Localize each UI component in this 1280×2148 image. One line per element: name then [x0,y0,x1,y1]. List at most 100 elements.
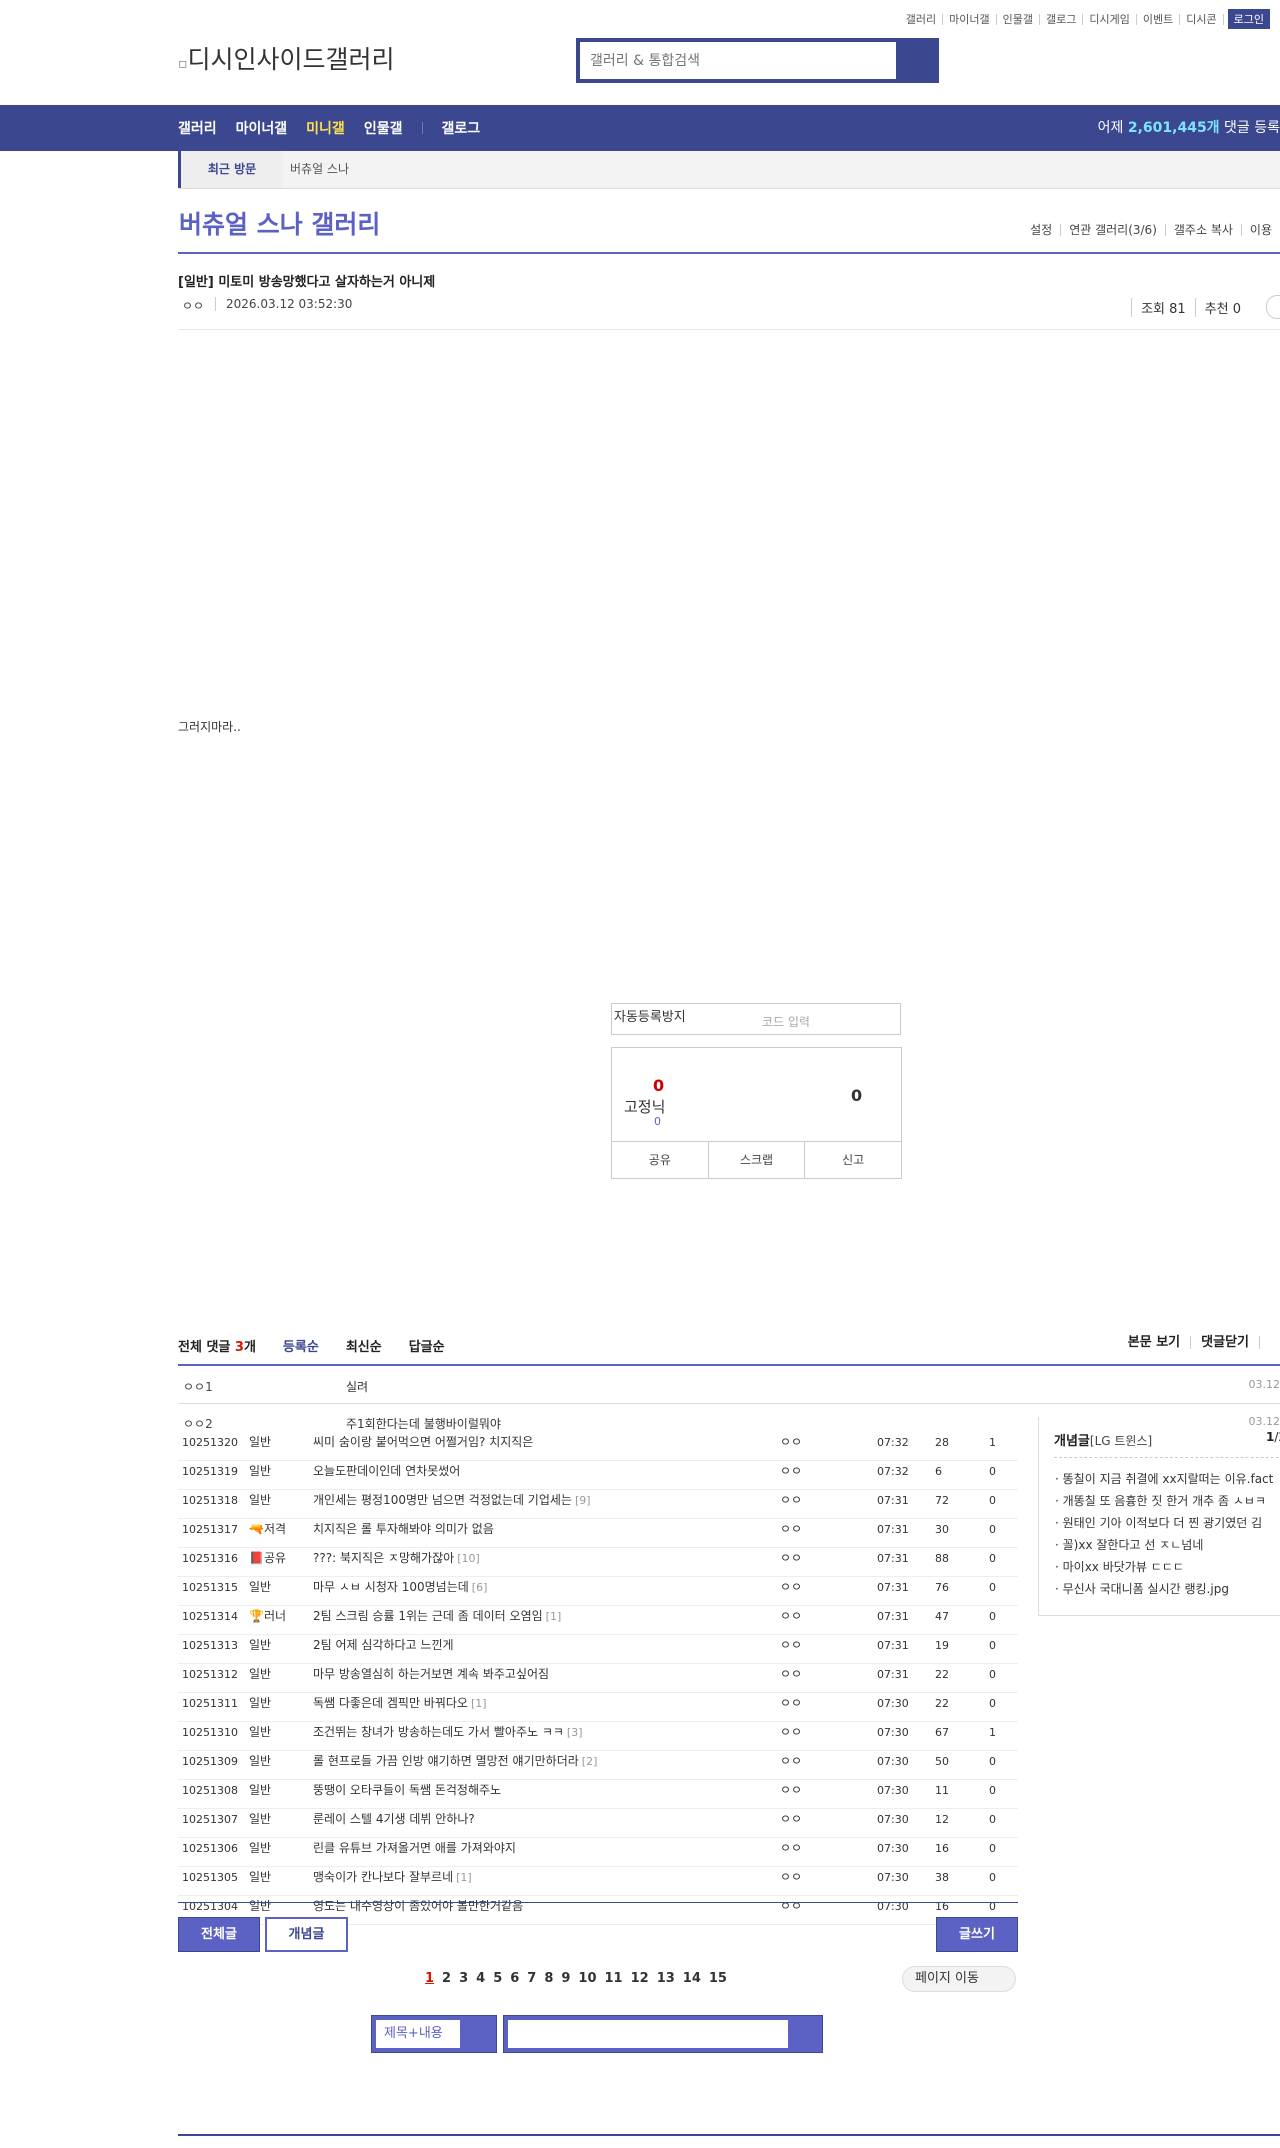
post-row[interactable]: 10251312 일반 마무 방송열심히 하는거보면 계속 봐주고싶어짐 ㅇㅇ 07:3… [178,1664,1018,1693]
page-link[interactable]: 15 [709,1971,727,1986]
concept-item[interactable]: · 꼴)xx 잘한다고 선 ㅈㄴ넘네 [1055,1536,1273,1558]
post-row[interactable]: 10251306 일반 린클 유튜브 가져올거면 애를 가져와야지 ㅇㅇ 07:30 16… [178,1838,1018,1867]
post-title-link[interactable]: 오늘도판데이인데 연차못썼어 [313,1461,460,1482]
post-title-link[interactable]: 영도는 내수영상이 좀있어야 볼만한거같음 [313,1896,523,1917]
post-writer[interactable]: ㅇㅇ [780,1751,802,1772]
report-button[interactable]: 신고 [804,1142,901,1178]
search-type-select[interactable]: 제목+내용 [371,2015,497,2053]
post-row[interactable]: 10251315 일반 ㅇㅇ 07:31 76 0 마무 ㅅㅂ 시청자 100명넘는데 [6] [178,1577,1018,1606]
recent-item[interactable]: 버츄얼 스나 [290,151,349,188]
comment-writer[interactable]: ㅇㅇ1 [183,1378,213,1395]
concept-item[interactable]: · 원태인 기아 이적보다 더 찐 광기였던 김 [1055,1514,1273,1536]
post-title-wrap[interactable]: ???: 북지직은 ㅈ망해가잖아 [10] [313,1548,480,1569]
util-link-gallery[interactable]: 갤러리 [900,13,944,25]
nav-mini[interactable]: 미니갤 [306,118,345,138]
post-row[interactable]: 10251320 일반 씨미 숨이랑 붙어먹으면 어쩔거임? 치지직은 ㅇㅇ 07:32… [178,1432,1018,1461]
related-galleries[interactable]: 연관 갤러리(3/6) [1060,224,1165,236]
page-link[interactable]: 6 [510,1971,519,1986]
post-title-link[interactable]: 마무 ㅅㅂ 시청자 100명넘는데 [313,1580,469,1594]
post-writer[interactable]: ㅇㅇ [780,1809,802,1830]
post-title-wrap[interactable]: 독쌤 다좋은데 겜픽만 바꿔다오 [1] [313,1693,487,1714]
post-row[interactable]: 10251319 일반 오늘도판데이인데 연차못썼어 ㅇㅇ 07:32 6 0 [178,1461,1018,1490]
reply-count[interactable]: [9] [575,1494,591,1507]
post-row[interactable]: 10251310 일반 ㅇㅇ 07:30 67 1 조건뛰는 창녀가 방송하는데도 가서 빨… [178,1722,1018,1751]
post-title-link[interactable]: 조건뛰는 창녀가 방송하는데도 가서 빨아주노 ㅋㅋ [313,1725,564,1739]
post-title-wrap[interactable]: 마무 ㅅㅂ 시청자 100명넘는데 [6] [313,1577,487,1598]
page-link[interactable]: 2 [442,1971,451,1986]
page-link[interactable]: 10 [578,1971,596,1986]
reply-count[interactable]: [6] [472,1581,488,1594]
post-row[interactable]: 10251313 일반 2팀 어제 심각하다고 느낀게 ㅇㅇ 07:31 19 0 [178,1635,1018,1664]
util-link-gallog[interactable]: 갤로그 [1040,13,1084,25]
post-writer[interactable]: ㅇㅇ [780,1693,802,1714]
util-link-minor[interactable]: 마이너갤 [943,13,997,25]
util-link-game[interactable]: 디시게임 [1083,13,1137,25]
post-title-wrap[interactable]: 맹숙이가 칸나보다 잘부르네 [1] [313,1867,472,1888]
post-writer[interactable]: ㅇㅇ [780,1461,802,1482]
post-writer[interactable]: ㅇㅇ [780,1722,802,1743]
comment-jump-button[interactable] [1266,295,1280,319]
post-row[interactable]: 10251311 일반 ㅇㅇ 07:30 22 0 독쌤 다좋은데 겜픽만 바꿔다오 [1] [178,1693,1018,1722]
downvote-count[interactable]: 0 [851,1086,862,1105]
page-link[interactable]: 4 [476,1971,485,1986]
reply-count[interactable]: [10] [457,1552,480,1565]
copy-gallery-address[interactable]: 갤주소 복사 [1164,224,1241,236]
post-writer[interactable]: ㅇㅇ [182,297,204,314]
post-row[interactable]: 10251314 🏆러너 ㅇㅇ 07:31 47 0 2팀 스크림 승률 1위는 근데 좀 … [178,1606,1018,1635]
post-writer[interactable]: ㅇㅇ [780,1780,802,1801]
post-row[interactable]: 10251317 🔫저격 치지직은 롤 투자해봐야 의미가 없음 ㅇㅇ 07:31 30 0 [178,1519,1018,1548]
post-title-link[interactable]: 씨미 숨이랑 붙어먹으면 어쩔거임? 치지직은 [313,1432,533,1453]
concept-item[interactable]: · 똥칠이 지금 취결에 xx지랄떠는 이유.fact [1055,1470,1273,1492]
comment-refresh[interactable] [1259,1336,1280,1349]
page-link[interactable]: 7 [527,1971,536,1986]
page-move-button[interactable]: 페이지 이동 [902,1966,1016,1992]
post-writer[interactable]: ㅇㅇ [780,1519,802,1540]
post-title-link[interactable]: 맹숙이가 칸나보다 잘부르네 [313,1870,453,1884]
all-posts-button[interactable]: 전체글 [178,1917,260,1952]
post-writer[interactable]: ㅇㅇ [780,1838,802,1859]
post-row[interactable]: 10251309 일반 ㅇㅇ 07:30 50 0 롤 현프로들 가끔 인방 얘기하면 멸망… [178,1751,1018,1780]
util-link-person[interactable]: 인물갤 [997,13,1041,25]
post-title-link[interactable]: 독쌤 다좋은데 겜픽만 바꿔다오 [313,1696,468,1710]
page-link[interactable]: 3 [459,1971,468,1986]
reply-count[interactable]: [3] [567,1726,583,1739]
concept-item[interactable]: · 무신사 국대니폼 실시간 랭킹.jpg [1055,1580,1273,1602]
post-writer[interactable]: ㅇㅇ [780,1490,802,1511]
site-logo[interactable]: ▫디시인사이드갤러리 [178,40,395,76]
post-writer[interactable]: ㅇㅇ [780,1635,802,1656]
post-row[interactable]: 10251316 📕공유 ㅇㅇ 07:31 88 0 ???: 북지직은 ㅈ망해가잖아 [10… [178,1548,1018,1577]
page-link[interactable]: 8 [544,1971,553,1986]
post-writer[interactable]: ㅇㅇ [780,1432,802,1453]
scrap-button[interactable]: 스크랩 [707,1142,805,1178]
post-title-link[interactable]: 치지직은 롤 투자해봐야 의미가 없음 [313,1519,494,1540]
nav-gallog[interactable]: 갤로그 [441,118,480,138]
sort-replies[interactable]: 답글순 [409,1336,445,1355]
post-row[interactable]: 10251308 일반 뚱땡이 오타쿠들이 독쌤 돈걱정해주노 ㅇㅇ 07:30 11 0 [178,1780,1018,1809]
post-writer[interactable]: ㅇㅇ [780,1664,802,1685]
util-link-event[interactable]: 이벤트 [1137,13,1181,25]
post-title-wrap[interactable]: 2팀 스크림 승률 1위는 근데 좀 데이터 오염임 [1] [313,1606,561,1627]
post-title-link[interactable]: 뚱땡이 오타쿠들이 독쌤 돈걱정해주노 [313,1780,501,1801]
upvote-count[interactable]: 0 [653,1076,664,1095]
concept-pager[interactable]: 1/2 [1266,1430,1280,1444]
nav-gallery[interactable]: 갤러리 [178,118,217,138]
sort-registered[interactable]: 등록순 [283,1336,319,1355]
concept-item[interactable]: · 마이xx 바닷가뷰 ㄷㄷㄷ [1055,1558,1273,1580]
page-link[interactable]: 9 [561,1971,570,1986]
post-writer[interactable]: ㅇㅇ [780,1548,802,1569]
reply-count[interactable]: [1] [471,1697,487,1710]
nav-minor[interactable]: 마이너갤 [236,118,288,138]
post-title-wrap[interactable]: 개인세는 평정100명만 넘으면 걱정없는데 기업세는 [9] [313,1490,591,1511]
close-comments-button[interactable]: 댓글닫기 [1190,1336,1259,1349]
post-writer[interactable]: ㅇㅇ [780,1896,802,1917]
view-body-button[interactable]: 본문 보기 [1118,1336,1190,1349]
gallery-title[interactable]: 버츄얼 스나 갤러리 [179,205,380,241]
post-writer[interactable]: ㅇㅇ [780,1606,802,1627]
page-link[interactable]: 12 [631,1971,649,1986]
concept-item[interactable]: · 개똥칠 또 음흉한 짓 한거 개추 좀 ㅅㅂㅋ [1055,1492,1273,1514]
post-title-link[interactable]: 2팀 어제 심각하다고 느낀게 [313,1635,454,1656]
reply-count[interactable]: [2] [582,1755,598,1768]
post-title-link[interactable]: 개인세는 평정100명만 넘으면 걱정없는데 기업세는 [313,1493,572,1507]
captcha-input[interactable]: 코드 입력 [762,1013,810,1030]
post-title-wrap[interactable]: 조건뛰는 창녀가 방송하는데도 가서 빨아주노 ㅋㅋ [3] [313,1722,583,1743]
